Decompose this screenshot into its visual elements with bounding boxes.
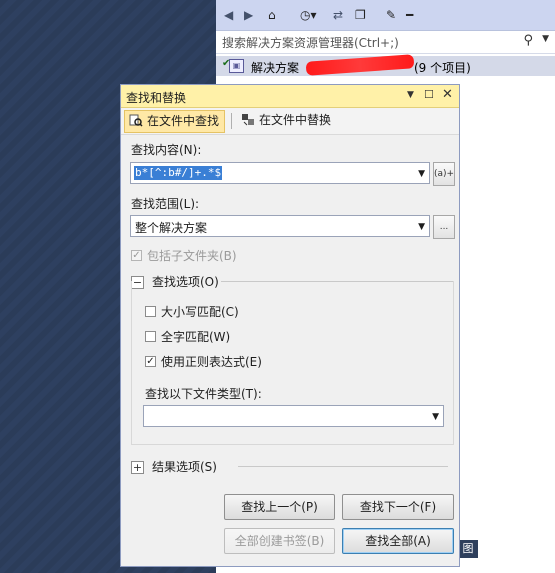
solution-icon: ▣ — [229, 59, 244, 73]
include-subfolders-label: 包括子文件夹(B) — [147, 249, 237, 263]
match-whole-word-label: 全字匹配(W) — [161, 330, 231, 344]
dropdown-icon[interactable]: ▼ — [407, 88, 414, 102]
match-case-label: 大小写匹配(C) — [161, 305, 239, 319]
dialog-titlebar[interactable]: 查找和替换 ▼ ☐ ✕ — [121, 85, 459, 108]
solution-label: 解决方案 — [251, 61, 300, 75]
bookmark-all-button[interactable]: 全部创建书签(B) — [224, 528, 335, 554]
properties-icon[interactable]: ✎ — [386, 7, 396, 23]
browse-button[interactable]: ... — [433, 215, 455, 239]
file-types-label: 查找以下文件类型(T): — [145, 387, 262, 401]
dialog-title: 查找和替换 — [126, 91, 187, 105]
chevron-down-icon[interactable]: ▼ — [542, 34, 549, 44]
solution-explorer-toolbar: ◀ ▶ ⌂ ◷▾ ⇄ ❐ ✎ ━ — [216, 0, 555, 31]
result-options-expand-toggle[interactable]: + — [131, 461, 144, 474]
find-what-value: b*[^:b#/]+.*$ — [134, 166, 223, 180]
find-replace-dialog: 查找和替换 ▼ ☐ ✕ 在文件中查找 在文件中替换 查找内容(N): b*[^:… — [120, 84, 460, 567]
look-in-select[interactable]: 整个解决方案 ▼ — [130, 215, 430, 237]
find-next-button[interactable]: 查找下一个(F) — [342, 494, 454, 520]
redaction-mark — [305, 54, 415, 76]
home-icon[interactable]: ⌂ — [268, 7, 276, 23]
find-what-label: 查找内容(N): — [131, 143, 202, 157]
match-whole-word-checkbox[interactable] — [145, 331, 156, 342]
chevron-down-icon[interactable]: ▼ — [432, 412, 439, 422]
use-regex-checkbox[interactable]: ✓ — [145, 356, 156, 367]
tab-separator — [231, 113, 232, 129]
match-case-checkbox[interactable] — [145, 306, 156, 317]
maximize-icon[interactable]: ☐ — [424, 88, 434, 102]
tab-find-in-files[interactable]: 在文件中查找 — [124, 110, 226, 133]
tab-find-label: 在文件中查找 — [147, 114, 220, 128]
find-what-input[interactable]: b*[^:b#/]+.*$ ▼ — [130, 162, 430, 184]
look-in-value: 整个解决方案 — [135, 221, 208, 235]
back-icon[interactable]: ◀ — [224, 7, 233, 23]
look-in-label: 查找范围(L): — [131, 197, 200, 211]
replace-in-files-icon — [241, 112, 255, 126]
dialog-tabs: 在文件中查找 在文件中替换 — [121, 108, 459, 135]
search-icon[interactable]: ⚲ — [523, 33, 533, 48]
regex-builder-button[interactable]: (a)+ — [433, 162, 455, 186]
result-options-label[interactable]: 结果选项(S) — [152, 458, 217, 475]
close-icon[interactable]: ✕ — [442, 88, 453, 102]
chevron-down-icon[interactable]: ▼ — [418, 222, 425, 232]
search-placeholder: 搜索解决方案资源管理器(Ctrl+;) — [222, 36, 399, 50]
find-in-files-icon — [129, 113, 143, 127]
collapse-all-icon[interactable]: ❐ — [355, 7, 366, 23]
tab-replace-in-files[interactable]: 在文件中替换 — [237, 110, 336, 131]
pin-icon[interactable]: ━ — [406, 7, 413, 23]
history-icon[interactable]: ◷▾ — [300, 7, 317, 23]
find-all-button[interactable]: 查找全部(A) — [342, 528, 454, 554]
sync-icon[interactable]: ⇄ — [333, 7, 343, 23]
chevron-down-icon[interactable]: ▼ — [418, 169, 425, 179]
tab-replace-label: 在文件中替换 — [259, 113, 332, 127]
include-subfolders-checkbox[interactable]: ✓ — [131, 250, 142, 261]
forward-icon[interactable]: ▶ — [244, 7, 253, 23]
file-types-select[interactable]: ▼ — [143, 405, 444, 427]
footer-tab[interactable]: 图 — [458, 540, 478, 558]
solution-explorer-search[interactable]: 搜索解决方案资源管理器(Ctrl+;) ⚲ ▼ — [216, 31, 555, 54]
find-previous-button[interactable]: 查找上一个(P) — [224, 494, 335, 520]
solution-node[interactable]: ✔ ▣ 解决方案 (9 个项目) — [216, 54, 555, 76]
group-divider — [238, 466, 448, 467]
project-count: (9 个项目) — [414, 61, 471, 75]
use-regex-label: 使用正则表达式(E) — [161, 355, 262, 369]
